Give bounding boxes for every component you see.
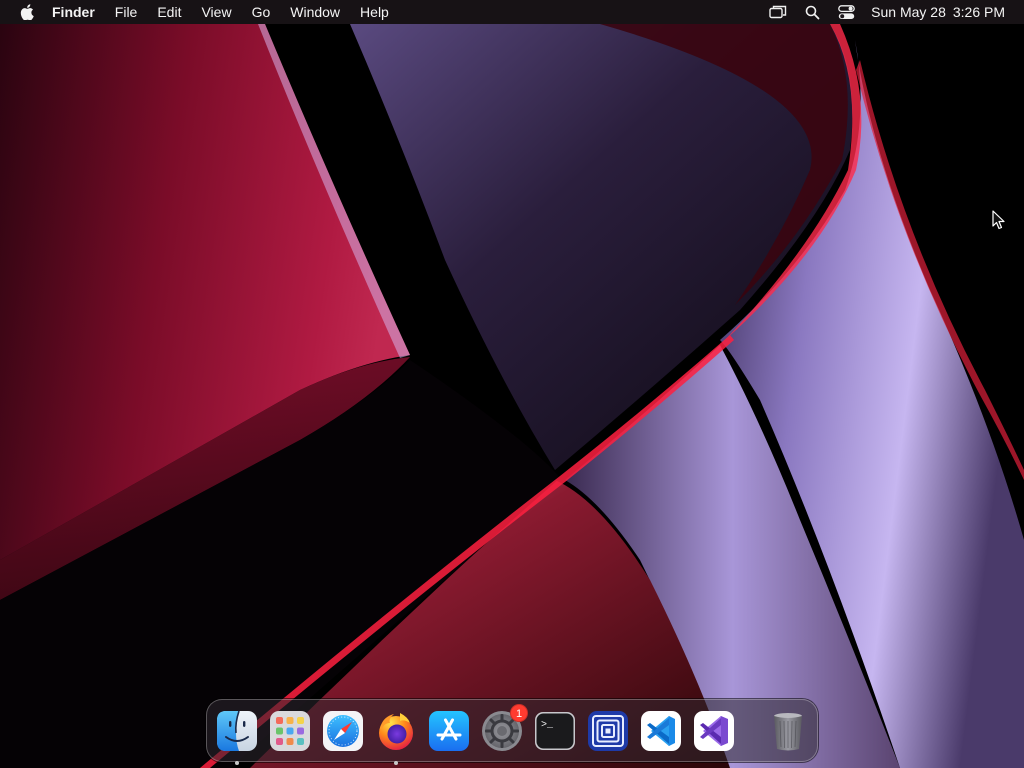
menu-help[interactable]: Help <box>350 0 399 24</box>
menu-edit[interactable]: Edit <box>147 0 191 24</box>
app-store-icon <box>429 710 469 751</box>
control-center-icon[interactable] <box>829 0 863 24</box>
clock-time: 3:26 PM <box>952 4 1005 20</box>
terminal-prompt-glyph: >_ <box>541 720 554 731</box>
dock-item-app-store[interactable] <box>427 709 471 753</box>
desktop-wallpaper <box>0 0 1024 768</box>
dock-item-visual-studio[interactable] <box>692 709 736 753</box>
terminal-icon: >_ <box>535 711 575 750</box>
concentric-squares-app-icon <box>588 710 628 751</box>
mouse-cursor-icon <box>992 210 1005 230</box>
menu-bar-right: Sun May 28 3:26 PM <box>761 0 1024 24</box>
vscode-icon <box>641 710 681 751</box>
menu-bar: Finder File Edit View Go Window Help Sun… <box>0 0 1024 24</box>
trash-icon <box>774 712 802 750</box>
menu-bar-clock[interactable]: Sun May 28 3:26 PM <box>863 0 1024 24</box>
dock: 1 >_ <box>206 699 818 765</box>
notification-badge: 1 <box>510 703 528 722</box>
dock-item-vscode[interactable] <box>639 709 683 753</box>
dock-item-concentric-squares-app[interactable] <box>586 709 630 753</box>
dock-item-launchpad[interactable] <box>268 709 312 753</box>
menu-window[interactable]: Window <box>280 0 350 24</box>
dock-item-finder[interactable] <box>215 709 259 765</box>
visual-studio-icon <box>694 710 734 751</box>
firefox-icon <box>379 712 413 750</box>
clock-date: Sun May 28 <box>871 4 946 20</box>
menu-file[interactable]: File <box>105 0 148 24</box>
dock-item-terminal[interactable]: >_ <box>533 709 577 753</box>
menu-view[interactable]: View <box>191 0 241 24</box>
dock-item-safari[interactable] <box>321 709 365 753</box>
dock-item-trash[interactable] <box>766 709 810 753</box>
launchpad-icon <box>270 710 310 751</box>
running-indicator <box>235 760 239 765</box>
dock-item-firefox[interactable] <box>374 709 418 765</box>
menu-app-name[interactable]: Finder <box>46 0 105 24</box>
finder-icon <box>217 710 257 751</box>
menu-bar-left: Finder File Edit View Go Window Help <box>0 0 399 24</box>
menu-go[interactable]: Go <box>242 0 281 24</box>
screen-mirroring-icon[interactable] <box>761 0 795 24</box>
safari-icon <box>323 710 363 751</box>
apple-logo-icon[interactable] <box>8 0 46 24</box>
running-indicator <box>394 760 398 765</box>
dock-item-system-settings[interactable]: 1 <box>480 703 528 753</box>
spotlight-search-icon[interactable] <box>795 0 829 24</box>
